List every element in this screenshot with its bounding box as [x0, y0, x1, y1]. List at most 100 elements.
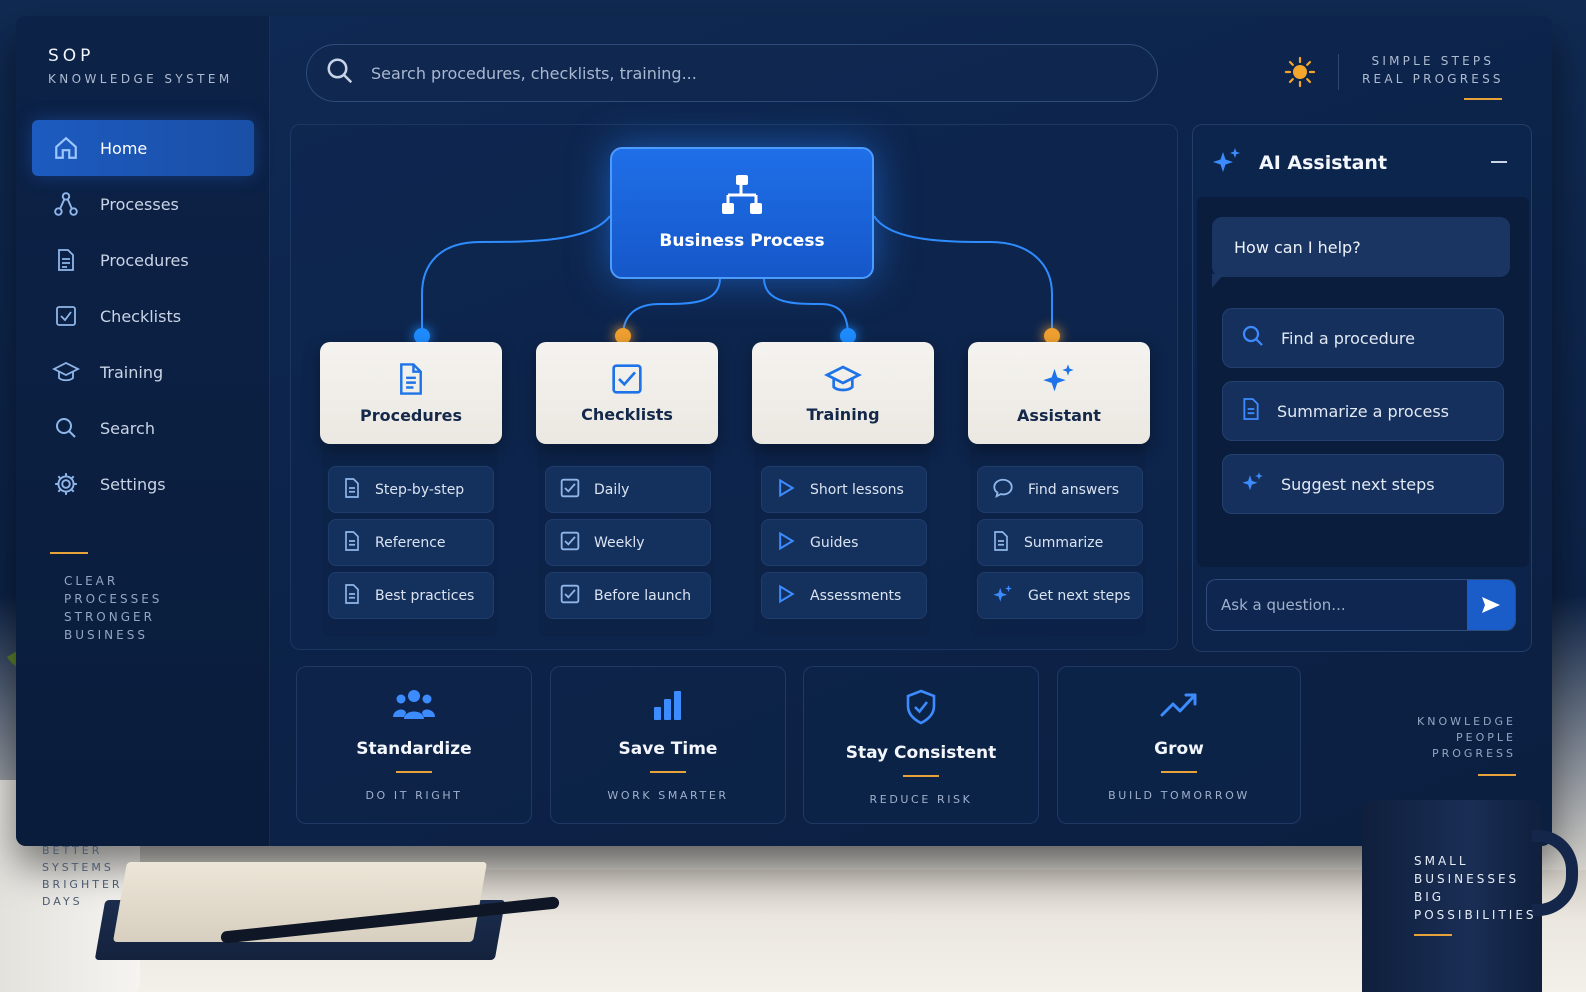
- sub-item-label: Short lessons: [810, 481, 904, 498]
- minimize-icon[interactable]: [1491, 161, 1507, 163]
- document-icon: [52, 246, 80, 274]
- sub-item-best-practices[interactable]: Best practices: [328, 572, 494, 619]
- sidebar-item-processes[interactable]: Processes: [32, 176, 254, 232]
- benefit-card-standardize: Standardize DO IT RIGHT: [296, 666, 532, 824]
- sidebar-note: CLEAR PROCESSES STRONGER BUSINESS: [64, 572, 162, 644]
- note-line: PEOPLE: [1456, 731, 1516, 744]
- ai-assistant-header: AI Assistant: [1211, 145, 1387, 181]
- sub-item-get-next-steps[interactable]: Get next steps: [977, 572, 1143, 619]
- accent-divider: [50, 552, 88, 554]
- benefit-card-stay-consistent: Stay Consistent REDUCE RISK: [803, 666, 1039, 824]
- suggestion-summarize-process[interactable]: Summarize a process: [1222, 381, 1504, 441]
- top-divider: [1338, 54, 1339, 90]
- suggestion-next-steps[interactable]: Suggest next steps: [1222, 454, 1504, 514]
- sub-item-reference[interactable]: Reference: [328, 519, 494, 566]
- sidebar-item-settings[interactable]: Settings: [32, 456, 254, 512]
- sub-item-before-launch[interactable]: Before launch: [545, 572, 711, 619]
- search-icon: [325, 56, 355, 90]
- monitor-screen: SOP KNOWLEDGE SYSTEM Home Processes Proc…: [16, 16, 1552, 846]
- accent-divider: [1414, 934, 1452, 936]
- home-icon: [52, 134, 80, 162]
- suggestion-find-procedure[interactable]: Find a procedure: [1222, 308, 1504, 368]
- category-title: Checklists: [581, 404, 673, 424]
- sub-item-label: Guides: [810, 534, 859, 551]
- sub-item-short-lessons[interactable]: Short lessons: [761, 466, 927, 513]
- ask-question-field[interactable]: Ask a question...: [1206, 579, 1516, 631]
- search-icon: [52, 414, 80, 442]
- suggestion-label: Summarize a process: [1277, 401, 1449, 421]
- plant-pot-text: BETTER SYSTEMS BRIGHTER DAYS: [42, 842, 123, 910]
- sidebar-item-label: Procedures: [100, 250, 189, 270]
- chat-bubble-icon: [992, 477, 1014, 503]
- note-line: KNOWLEDGE: [1417, 715, 1516, 728]
- benefit-card-grow: Grow BUILD TOMORROW: [1057, 666, 1301, 824]
- brand-title: SOP: [48, 46, 95, 66]
- accent-divider: [1464, 98, 1502, 100]
- sub-item-find-answers[interactable]: Find answers: [977, 466, 1143, 513]
- sidebar-item-search[interactable]: Search: [32, 400, 254, 456]
- category-card-assistant[interactable]: Assistant: [968, 342, 1150, 444]
- benefit-subtitle: WORK SMARTER: [607, 789, 729, 802]
- sub-item-weekly[interactable]: Weekly: [545, 519, 711, 566]
- accent-divider: [1161, 771, 1197, 773]
- note-line: PROCESSES: [64, 592, 163, 606]
- sidebar: SOP KNOWLEDGE SYSTEM Home Processes Proc…: [16, 16, 270, 846]
- search-input[interactable]: Search procedures, checklists, training.…: [371, 64, 697, 83]
- bar-chart-icon: [652, 689, 684, 725]
- benefit-title: Grow: [1154, 739, 1204, 759]
- category-card-training[interactable]: Training: [752, 342, 934, 444]
- accent-divider: [903, 775, 939, 777]
- benefit-subtitle: BUILD TOMORROW: [1108, 789, 1250, 802]
- org-chart-icon: [720, 175, 764, 219]
- shield-check-icon: [905, 689, 937, 729]
- sidebar-item-label: Training: [100, 362, 164, 382]
- search-bar[interactable]: Search procedures, checklists, training.…: [306, 44, 1158, 102]
- sub-item-label: Step-by-step: [375, 481, 465, 498]
- sub-item-assessments[interactable]: Assessments: [761, 572, 927, 619]
- sidebar-item-label: Settings: [100, 474, 166, 494]
- sub-item-summarize[interactable]: Summarize: [977, 519, 1143, 566]
- sidebar-item-training[interactable]: Training: [32, 344, 254, 400]
- sidebar-item-procedures[interactable]: Procedures: [32, 232, 254, 288]
- note-line: DAYS: [42, 895, 83, 908]
- category-card-procedures[interactable]: Procedures: [320, 342, 502, 444]
- sidebar-item-label: Search: [100, 418, 155, 438]
- send-button[interactable]: [1467, 580, 1515, 630]
- note-line: BETTER: [42, 844, 103, 857]
- checkbox-icon: [560, 531, 580, 555]
- note-line: BRIGHTER: [42, 878, 123, 891]
- accent-divider: [396, 771, 432, 773]
- sidebar-item-label: Checklists: [100, 306, 182, 326]
- sub-item-label: Daily: [594, 481, 630, 498]
- sub-item-label: Reference: [375, 534, 446, 551]
- ask-question-input[interactable]: Ask a question...: [1207, 596, 1467, 614]
- checkbox-icon: [52, 302, 80, 330]
- sub-item-guides[interactable]: Guides: [761, 519, 927, 566]
- people-icon: [392, 689, 436, 725]
- tagline: SIMPLE STEPS REAL PROGRESS: [1362, 52, 1504, 88]
- note-line: BUSINESSES: [1414, 872, 1520, 886]
- graduation-cap-icon: [52, 358, 80, 386]
- business-process-node[interactable]: Business Process: [610, 147, 874, 279]
- benefit-title: Stay Consistent: [845, 743, 997, 763]
- sun-icon[interactable]: [1284, 56, 1316, 88]
- benefit-subtitle: REDUCE RISK: [869, 793, 973, 806]
- sparkle-icon: [1241, 470, 1265, 498]
- sidebar-item-checklists[interactable]: Checklists: [32, 288, 254, 344]
- sidebar-item-home[interactable]: Home: [32, 120, 254, 176]
- accent-divider: [1478, 774, 1516, 776]
- benefit-title: Standardize: [356, 739, 472, 759]
- sparkle-icon: [1041, 362, 1077, 400]
- note-line: CLEAR: [64, 574, 119, 588]
- category-card-checklists[interactable]: Checklists: [536, 342, 718, 444]
- sub-item-daily[interactable]: Daily: [545, 466, 711, 513]
- document-icon: [343, 477, 361, 503]
- note-line: SMALL: [1414, 854, 1469, 868]
- play-icon: [776, 478, 796, 502]
- sub-item-label: Best practices: [375, 587, 475, 604]
- sub-item-label: Get next steps: [1028, 587, 1131, 604]
- sidebar-item-label: Processes: [100, 194, 179, 214]
- category-title: Procedures: [359, 405, 463, 425]
- note-line: BIG: [1414, 890, 1445, 904]
- sub-item-step-by-step[interactable]: Step-by-step: [328, 466, 494, 513]
